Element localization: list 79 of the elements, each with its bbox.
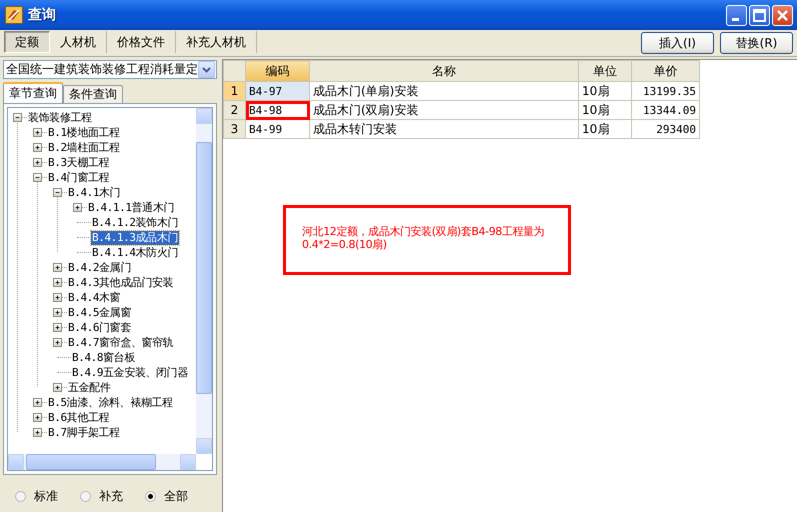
library-dropdown[interactable]: 全国统一建筑装饰装修工程消耗量定 [3,60,217,79]
collapse-icon[interactable] [33,173,42,182]
table-cell: 293400 [632,120,700,138]
table-cell: B4-98 [246,100,310,120]
tree-item[interactable]: B.4.1.1普通木门 [87,200,175,214]
column-header[interactable]: 名称 [310,60,578,82]
tree-item[interactable]: B.4.7窗帘盒、窗帘轨 [67,336,174,350]
table-cell: 成品木门(单扇)安装 [310,82,578,100]
table-cell: 10扇 [578,100,632,120]
column-header[interactable]: 单价 [632,60,700,82]
tree-item[interactable]: B.4.1.2装饰木门 [91,216,179,230]
tab[interactable]: 价格文件 [107,31,176,53]
table-cell: 10扇 [578,120,632,138]
minimize-icon [732,18,738,21]
filter-radio[interactable]: 补充 [80,488,123,505]
tree-item[interactable]: B.4.8窗台板 [71,350,136,364]
expand-icon[interactable] [53,278,62,287]
expand-icon[interactable] [53,308,62,317]
row-number[interactable]: 1 [224,82,246,100]
table-cell: B4-99 [246,120,310,138]
tree-item[interactable]: B.4.1.3成品木门 [91,230,179,244]
tree-item[interactable]: B.4.9五金安装、闭门器 [71,366,189,380]
tree-item[interactable]: B.6其他工程 [47,410,110,424]
insert-button[interactable]: 插入(I) [641,32,714,54]
close-button[interactable] [772,4,793,26]
table-cell: 10扇 [578,82,632,100]
tree-item[interactable]: B.4.1.4木防火门 [91,246,179,260]
window-title: 查询 [28,6,57,24]
filter-radio[interactable]: 全部 [145,488,188,505]
expand-icon[interactable] [53,338,62,347]
expand-icon[interactable] [73,203,82,212]
tab[interactable]: 人材机 [50,31,107,53]
expand-icon[interactable] [53,263,62,272]
column-header[interactable]: 单位 [578,60,632,82]
expand-icon[interactable] [53,323,62,332]
expand-icon[interactable] [33,128,42,137]
maximize-button[interactable] [749,4,770,26]
tree-item[interactable]: B.4.6门窗套 [67,320,132,334]
app-logo-icon [5,6,23,24]
table-cell: 13344.09 [632,100,700,120]
expand-icon[interactable] [33,413,42,422]
vertical-scrollbar[interactable] [196,108,212,454]
table-cell: 13199.35 [632,82,700,100]
table-cell: B4-97 [246,82,310,100]
expand-icon[interactable] [53,293,62,302]
tree-item[interactable]: B.3天棚工程 [47,156,110,170]
tree-item[interactable]: 装饰装修工程 [27,110,93,124]
row-number[interactable]: 2 [224,100,246,120]
expand-icon[interactable] [33,158,42,167]
tree-item[interactable]: B.4.5金属窗 [67,306,132,320]
column-header[interactable]: 编码 [246,60,310,82]
table-cell: 成品木转门安装 [310,120,578,138]
expand-icon[interactable] [53,383,62,392]
tab[interactable]: 补充人材机 [176,31,257,53]
replace-button[interactable]: 替换(R) [720,32,793,54]
tree-item[interactable]: B.4.3其他成品门安装 [67,276,174,290]
tree-item[interactable]: B.2墙柱面工程 [47,140,121,154]
annotation-note: 河北12定额，成品木门安装(双扇)套B4-98工程量为0.4*2=0.8(10扇) [302,225,546,251]
tree-item[interactable]: B.1楼地面工程 [47,126,121,140]
row-number[interactable]: 3 [224,120,246,138]
filter-radio[interactable]: 标准 [15,488,58,505]
tree-item[interactable]: B.4.2金属门 [67,260,132,274]
collapse-icon[interactable] [53,188,62,197]
tab[interactable]: 定额 [4,31,50,53]
tree-item[interactable]: 五金配件 [67,380,112,394]
expand-icon[interactable] [33,428,42,437]
sub-tab[interactable]: 条件查询 [63,85,123,103]
collapse-icon[interactable] [13,113,22,122]
tree-item[interactable]: B.4门窗工程 [47,170,110,184]
tree-item[interactable]: B.4.1木门 [67,186,122,200]
expand-icon[interactable] [33,143,42,152]
minimize-button[interactable] [726,4,747,26]
tree-item[interactable]: B.5油漆、涂料、裱糊工程 [47,396,174,410]
table-cell: 成品木门(双扇)安装 [310,100,578,120]
sub-tab[interactable]: 章节查询 [3,82,63,103]
tree-item[interactable]: B.4.4木窗 [67,290,122,304]
expand-icon[interactable] [33,398,42,407]
tree-item[interactable]: B.7脚手架工程 [47,426,121,440]
horizontal-scrollbar[interactable] [8,454,196,470]
